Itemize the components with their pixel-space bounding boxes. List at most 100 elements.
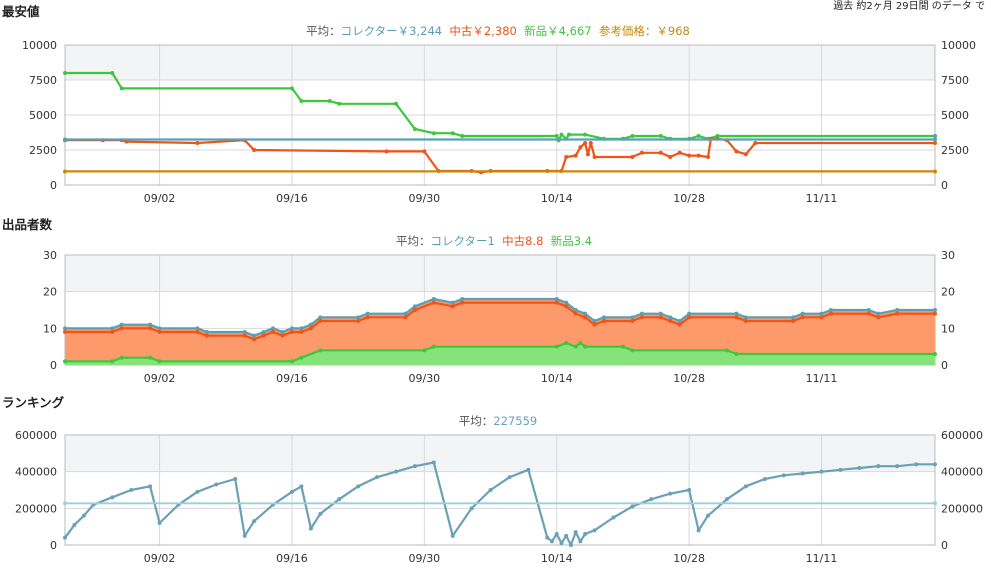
- data-point: [933, 137, 937, 142]
- data-point: [450, 131, 455, 136]
- data-point: [602, 315, 607, 320]
- data-point: [431, 300, 436, 305]
- legend-value-collector: コレクター1: [430, 234, 494, 248]
- data-point: [289, 330, 294, 334]
- data-point: [630, 319, 635, 323]
- data-point: [63, 326, 67, 331]
- data-point: [668, 155, 673, 159]
- data-point: [252, 337, 257, 342]
- data-point: [195, 141, 200, 145]
- data-point: [460, 297, 465, 301]
- y-tick-right: 0: [941, 179, 948, 192]
- data-point: [933, 134, 937, 138]
- data-point: [148, 326, 153, 331]
- data-point: [687, 153, 692, 158]
- data-point: [280, 330, 285, 334]
- legend-item-used: 中古￥2,380: [442, 24, 517, 38]
- data-point: [559, 132, 564, 137]
- data-point: [573, 153, 578, 158]
- legend-value-collector: コレクター￥3,244: [341, 24, 442, 38]
- data-point: [460, 300, 465, 305]
- data-point: [819, 469, 824, 474]
- data-point: [819, 311, 824, 316]
- data-point: [204, 330, 209, 334]
- data-point: [639, 315, 644, 320]
- data-point: [554, 134, 559, 138]
- data-point: [866, 308, 871, 312]
- x-tick-label: 11/11: [806, 552, 838, 565]
- data-point: [148, 355, 153, 360]
- y-tick-left: 2500: [29, 144, 57, 157]
- data-point: [564, 155, 569, 159]
- data-point: [299, 330, 304, 334]
- data-point: [554, 300, 559, 305]
- data-point: [578, 145, 583, 150]
- data-point: [545, 535, 550, 540]
- data-point: [365, 315, 370, 320]
- data-point: [639, 150, 644, 155]
- data-point: [611, 515, 616, 520]
- data-point: [252, 148, 257, 152]
- data-point: [365, 311, 370, 316]
- data-point: [554, 532, 559, 536]
- y-tick-left: 0: [50, 359, 57, 372]
- data-point: [507, 475, 512, 480]
- data-point: [895, 308, 900, 312]
- data-point: [72, 522, 77, 527]
- data-point: [687, 315, 692, 320]
- data-point: [119, 355, 124, 360]
- data-point: [422, 149, 427, 154]
- data-point: [800, 471, 805, 476]
- legend-value-rank: 227559: [493, 414, 537, 428]
- data-point: [791, 315, 796, 320]
- data-point: [564, 533, 569, 538]
- data-point: [677, 322, 682, 327]
- x-tick-label: 10/14: [541, 372, 573, 385]
- data-point: [412, 304, 417, 309]
- data-point: [583, 344, 588, 349]
- data-point: [356, 319, 361, 323]
- data-point: [724, 348, 729, 353]
- data-point: [649, 497, 654, 502]
- data-point: [308, 526, 313, 531]
- data-point: [602, 319, 607, 323]
- x-tick-label: 09/16: [276, 192, 308, 205]
- data-point: [800, 315, 805, 320]
- data-point: [289, 326, 294, 331]
- data-point: [252, 333, 257, 338]
- data-point: [658, 150, 663, 155]
- data-point: [110, 71, 115, 75]
- data-point: [762, 477, 767, 481]
- x-tick-label: 09/30: [408, 372, 440, 385]
- data-point: [585, 152, 590, 157]
- data-point: [450, 533, 455, 538]
- data-point: [724, 497, 729, 502]
- data-point: [195, 489, 200, 494]
- data-point: [706, 155, 711, 159]
- legend-item-used: 中古8.8: [495, 234, 544, 248]
- data-point: [753, 141, 758, 145]
- data-point: [450, 300, 455, 305]
- data-point: [583, 132, 588, 137]
- data-point: [791, 319, 796, 323]
- data-point: [63, 71, 67, 75]
- y-tick-left: 600000: [15, 429, 57, 442]
- data-point: [356, 484, 361, 489]
- data-point: [734, 149, 739, 154]
- data-point: [299, 355, 304, 360]
- data-point: [668, 315, 673, 320]
- data-point: [630, 348, 635, 353]
- data-point: [639, 311, 644, 316]
- data-point: [356, 315, 361, 320]
- legend-item-new: 新品3.4: [543, 234, 592, 248]
- data-point: [583, 311, 588, 316]
- data-point: [677, 150, 682, 155]
- y-tick-left: 20: [43, 286, 57, 299]
- y-tick-right: 2500: [941, 144, 969, 157]
- data-point: [63, 169, 67, 174]
- sellers-legend: 平均：コレクター1 中古8.8 新品3.4: [396, 234, 592, 248]
- data-point: [573, 311, 578, 316]
- data-point: [110, 326, 115, 331]
- data-point: [734, 315, 739, 320]
- data-point: [110, 359, 115, 364]
